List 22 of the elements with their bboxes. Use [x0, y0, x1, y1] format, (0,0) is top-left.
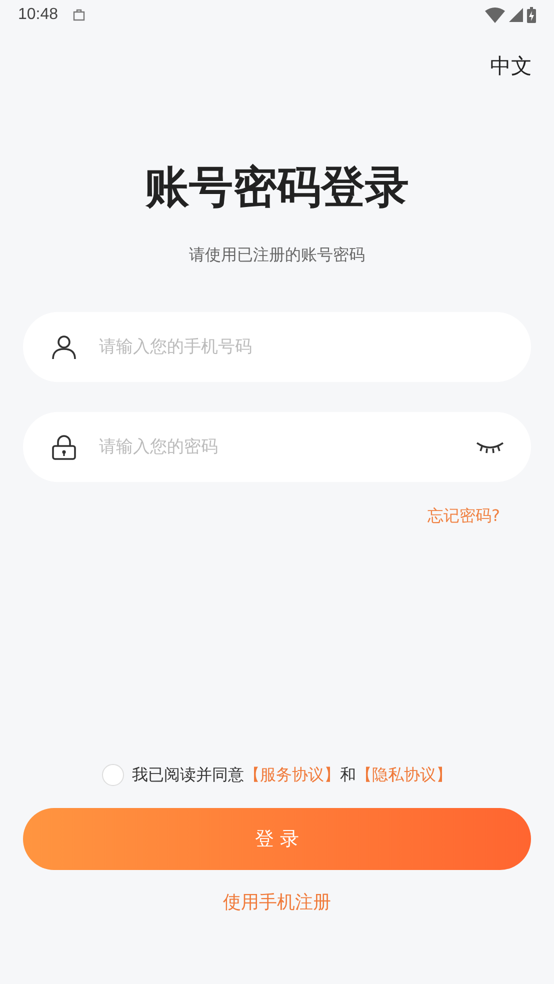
- page-title: 账号密码登录: [144, 161, 410, 215]
- user-icon: [51, 334, 77, 360]
- lock-icon: [51, 434, 77, 460]
- register-link[interactable]: 使用手机注册: [223, 890, 331, 914]
- battery-icon: [527, 7, 536, 23]
- agreement-checkbox[interactable]: [102, 764, 124, 786]
- wifi-icon: [485, 7, 505, 23]
- subtitle: 请使用已注册的账号密码: [188, 245, 366, 266]
- status-time: 10:48: [18, 6, 58, 24]
- agreement-link[interactable]: 【服务协议】: [244, 764, 340, 784]
- signal-icon: [509, 8, 523, 22]
- forgot-password-link[interactable]: 忘记密码?: [428, 506, 500, 527]
- input-field[interactable]: 请输入您的手机号码: [23, 312, 531, 382]
- closed-eye-icon[interactable]: [475, 440, 505, 454]
- agreement-link[interactable]: 【隐私协议】: [356, 764, 452, 784]
- login-button[interactable]: 登 录: [23, 808, 531, 870]
- agreement-text: 我已阅读并同意【服务协议】和【隐私协议】: [132, 764, 452, 786]
- input-field[interactable]: 请输入您的密码: [23, 412, 531, 482]
- language-button[interactable]: 中文: [490, 52, 532, 80]
- password-field[interactable]: 请输入您的密码: [97, 436, 455, 458]
- briefcase-icon: [72, 8, 86, 22]
- phone-field[interactable]: 请输入您的手机号码: [97, 336, 505, 358]
